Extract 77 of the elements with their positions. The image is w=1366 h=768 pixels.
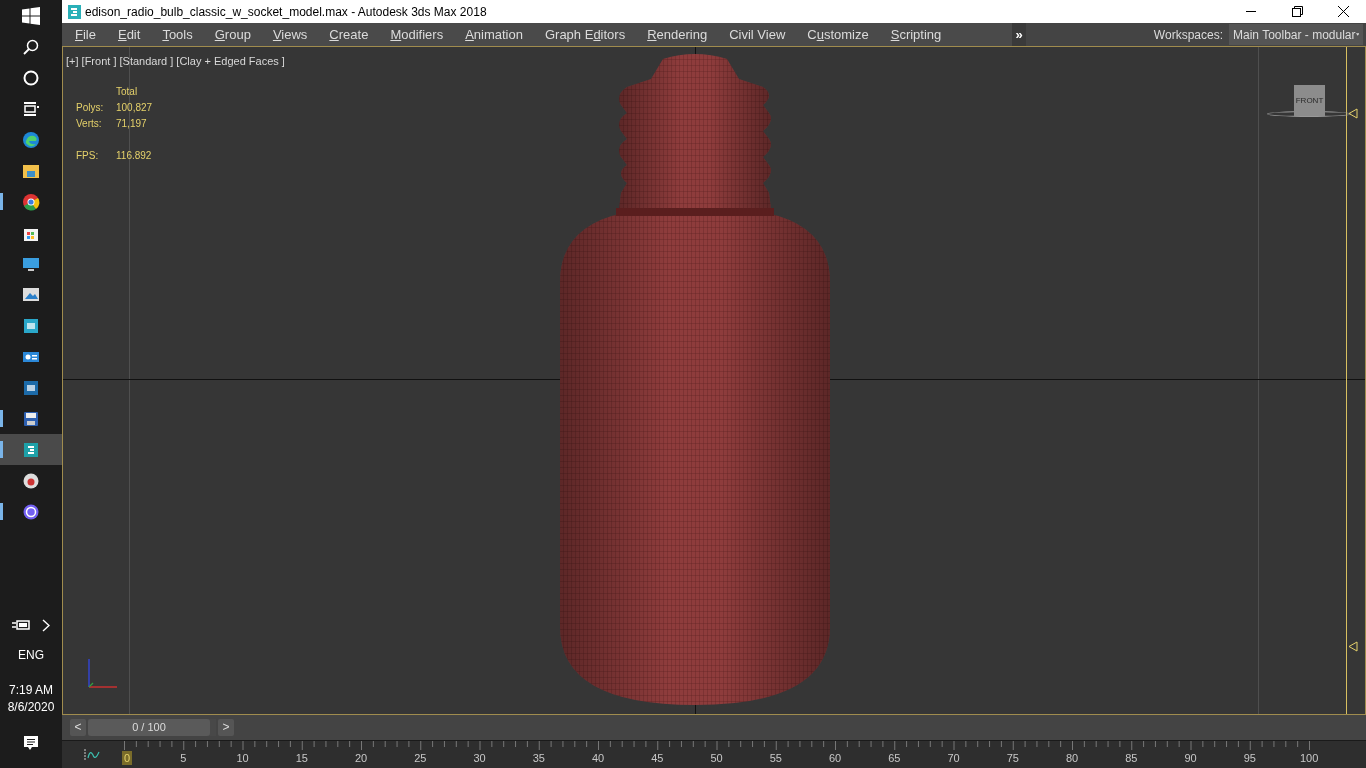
viewcube[interactable]: FRONT [1267,85,1351,121]
frame-label: 65 [888,751,901,765]
frame-label: 95 [1243,751,1256,765]
menu-item[interactable]: Modifiers [390,24,444,45]
browser-icon [22,130,40,149]
stats-header: Total [116,85,139,99]
next-frame-button[interactable]: > [218,719,234,736]
menu-item[interactable]: Create [329,24,369,45]
triangle-marker-icon [1348,108,1358,119]
menu-item[interactable]: Graph Editors [544,24,626,45]
menu-item[interactable]: Group [214,24,251,45]
frame-label: 0 [122,751,133,765]
app-icon [22,440,40,459]
phone-icon [22,502,40,521]
viewport[interactable]: [+] [Front ] [Standard ] [Clay + Edged Faces ] Total Polys: 100,827 Verts: 71,197 FPS: 116.892 FRONT [62,46,1366,715]
frame-label: 55 [769,751,782,765]
frame-label: 25 [414,751,427,765]
menu-item[interactable]: Customize [807,24,869,45]
frame-label: 80 [1066,751,1079,765]
stats-label: FPS: [76,149,100,163]
frame-label: 30 [473,751,486,765]
chevron-right-icon[interactable] [42,618,50,632]
search-icon [23,38,39,55]
circle-icon [23,69,39,86]
menu-item[interactable]: Tools [162,24,193,45]
axis-gizmo-icon [85,657,119,691]
menu-item[interactable]: Scripting [890,24,942,45]
previous-frame-button[interactable]: < [70,719,86,736]
viewport-label[interactable]: [+] [Front ] [Standard ] [Clay + Edged Faces ] [66,53,285,70]
restore-icon [1291,6,1303,17]
windows-logo-icon [22,6,40,25]
stats-label: Polys: [76,101,105,115]
menu-item[interactable]: File [75,24,96,45]
frame-label: 45 [651,751,664,765]
stats-value: 100,827 [116,101,153,115]
menu-item[interactable]: Edit [117,24,141,45]
task-view-icon [23,100,39,117]
triangle-marker-icon [1348,641,1358,652]
frame-label: 50 [710,751,723,765]
frame-label: 35 [532,751,545,765]
overflow-button[interactable]: » [1012,23,1026,46]
frame-label: 15 [295,751,308,765]
frame-label: 20 [355,751,368,765]
close-icon [1337,6,1349,17]
workspaces-dropdown[interactable]: Main Toolbar - modular [1229,24,1363,45]
clock-time[interactable]: 7:19 AM [9,682,53,699]
record-icon [22,471,40,490]
track-bar[interactable]: 0 5 10 15 20 25 30 35 40 45 50 55 60 65 70 75 80 85 90 95 100 [62,740,1366,768]
frame-label: 100 [1300,751,1319,765]
minimize-icon [1246,10,1256,13]
menu-item[interactable]: Rendering [647,24,708,45]
stats-value: 71,197 [116,117,148,131]
stats-value: 116.892 [116,149,153,163]
frame-label: 70 [947,751,960,765]
menu-item[interactable]: Views [272,24,308,45]
language-indicator[interactable]: ENG [18,644,44,666]
dropdown-arrow-icon [1355,32,1359,37]
frame-label: 75 [1006,751,1019,765]
frame-label: 40 [592,751,605,765]
frame-label: 10 [236,751,249,765]
menu-item[interactable]: Animation [465,24,523,45]
curve-editor-icon[interactable] [84,749,100,761]
battery-icon[interactable] [12,619,30,631]
app-icon [68,4,81,19]
stats-label: Verts: [76,117,103,131]
frame-label: 60 [829,751,842,765]
clock-date[interactable]: 8/6/2020 [7,699,55,716]
picture-icon [22,285,40,304]
browser-icon [22,192,40,211]
menu-item[interactable]: Civil View [729,24,786,45]
frame-label: 90 [1184,751,1197,765]
message-icon [23,735,39,751]
frame-label: 5 [180,751,187,765]
frame-label: 85 [1125,751,1138,765]
window-title: edison_radio_bulb_classic_w_socket_model.max - Autodesk 3ds Max 2018 [85,3,487,21]
viewcube-face[interactable]: FRONT [1294,85,1325,116]
workspaces-label: Workspaces: [1153,26,1223,44]
